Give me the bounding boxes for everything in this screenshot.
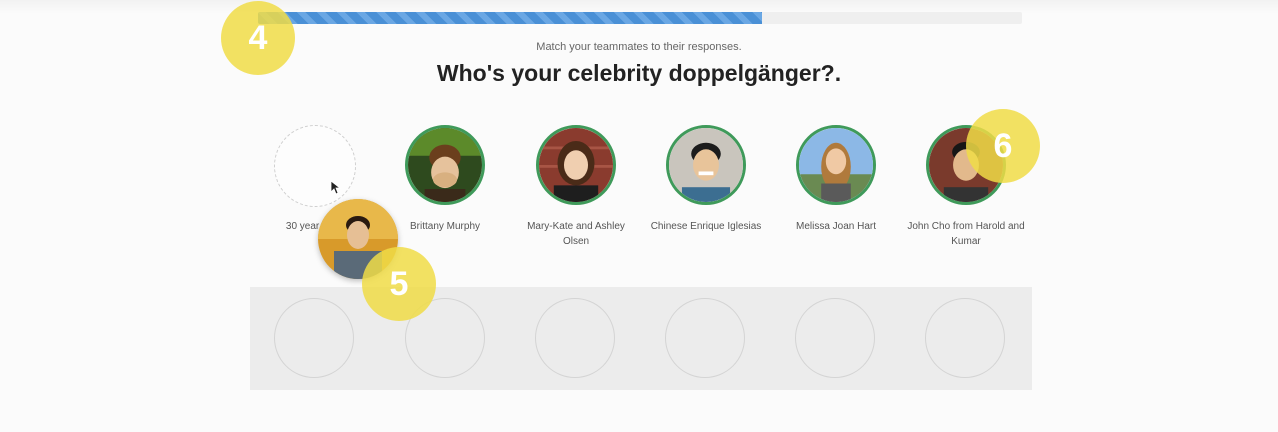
response-label-5: Melissa Joan Hart <box>795 221 877 232</box>
person-photo-icon <box>539 128 613 202</box>
response-label-3: Mary-Kate and Ashley Olsen <box>527 221 625 247</box>
drop-target-5[interactable] <box>795 298 875 378</box>
teammate-avatar-2[interactable] <box>405 125 485 205</box>
teammate-avatar-3[interactable] <box>536 125 616 205</box>
progress-bar <box>258 12 1022 24</box>
response-label-2: Brittany Murphy <box>409 221 481 232</box>
person-photo-icon <box>799 128 873 202</box>
empty-drop-slot[interactable] <box>274 125 356 207</box>
annotation-badge-6: 6 <box>966 109 1040 183</box>
annotation-badge-4: 4 <box>221 1 295 75</box>
teammate-avatar-4[interactable] <box>666 125 746 205</box>
question-title: Who's your celebrity doppelgänger?. <box>436 60 842 86</box>
drop-target-6[interactable] <box>925 298 1005 378</box>
progress-fill <box>258 12 763 24</box>
person-photo-icon <box>669 128 743 202</box>
drop-target-1[interactable] <box>274 298 354 378</box>
mouse-cursor-icon <box>331 181 341 195</box>
response-label-6: John Cho from Harold and Kumar <box>907 221 1025 247</box>
drop-target-4[interactable] <box>665 298 745 378</box>
drop-target-3[interactable] <box>535 298 615 378</box>
teammate-avatar-5[interactable] <box>796 125 876 205</box>
annotation-badge-5: 5 <box>362 247 436 321</box>
instruction-text: Match your teammates to their responses. <box>536 41 742 53</box>
person-photo-icon <box>408 128 482 202</box>
response-label-4: Chinese Enrique Iglesias <box>650 221 762 232</box>
